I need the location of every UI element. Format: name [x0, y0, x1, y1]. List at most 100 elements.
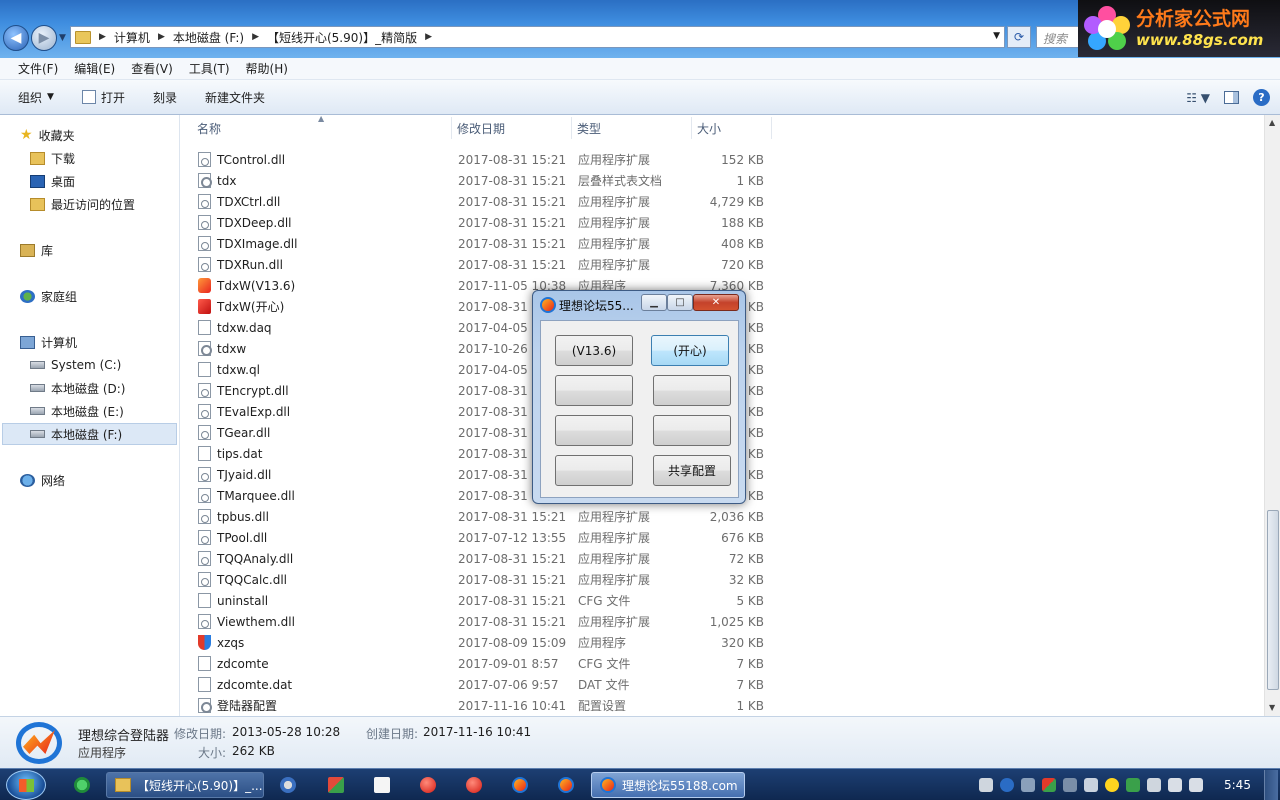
nav-drive-f[interactable]: 本地磁盘 (F:) [2, 423, 177, 445]
back-button[interactable]: ◀ [3, 25, 29, 51]
taskbar: 【短线开心(5.90)】_... 理想论坛55188.com 5:45 [0, 768, 1280, 800]
nav-downloads[interactable]: 下载 [30, 147, 75, 169]
volume-icon[interactable] [1084, 778, 1098, 792]
tray-icon[interactable] [1021, 778, 1035, 792]
nav-recent-places[interactable]: 最近访问的位置 [30, 193, 135, 215]
file-row[interactable]: TDXCtrl.dll 2017-08-31 15:21 应用程序扩展 4,729 K… [180, 191, 770, 212]
view-options-icon[interactable]: ☷ ▼ [1186, 91, 1210, 105]
pinned-app-icon[interactable] [512, 777, 528, 793]
breadcrumb-folder[interactable]: 【短线开心(5.90)】_精简版 [267, 29, 417, 46]
speaker-icon[interactable] [1189, 778, 1203, 792]
vertical-scrollbar[interactable]: ▲ ▼ [1264, 115, 1280, 716]
pinned-app-icon[interactable] [466, 777, 482, 793]
file-name: tdxw [217, 341, 247, 356]
tray-icon[interactable] [1063, 778, 1077, 792]
share-config-button[interactable]: 共享配置 [653, 455, 731, 486]
recent-pages-dropdown-icon[interactable]: ▼ [59, 33, 66, 43]
launch-kaixin-button[interactable]: (开心) [651, 335, 729, 366]
nav-drive-e[interactable]: 本地磁盘 (E:) [30, 400, 124, 422]
file-row[interactable]: 登陆器配置 2017-11-16 10:41 配置设置 1 KB [180, 695, 770, 716]
taskbar-explorer-window[interactable]: 【短线开心(5.90)】_... [106, 772, 264, 798]
taskbar-dialog-window[interactable]: 理想论坛55188.com [591, 772, 745, 798]
scroll-down-icon[interactable]: ▼ [1269, 703, 1275, 712]
close-button[interactable]: ✕ [693, 294, 739, 311]
chevron-right-icon[interactable]: ▶ [158, 32, 165, 42]
file-row[interactable]: uninstall 2017-08-31 15:21 CFG 文件 5 KB [180, 590, 770, 611]
file-row[interactable]: tpbus.dll 2017-08-31 15:21 应用程序扩展 2,036 KB [180, 506, 770, 527]
chevron-right-icon[interactable]: ▶ [99, 32, 106, 42]
pinned-app-icon[interactable] [420, 777, 436, 793]
pinned-app-icon[interactable] [74, 777, 90, 793]
file-row[interactable]: tdx 2017-08-31 15:21 层叠样式表文档 1 KB [180, 170, 770, 191]
scrollbar-thumb[interactable] [1267, 510, 1279, 690]
column-header-type[interactable]: 类型 [572, 117, 692, 139]
file-row[interactable]: TPool.dll 2017-07-12 13:55 应用程序扩展 676 KB [180, 527, 770, 548]
menu-tools[interactable]: 工具(T) [181, 60, 238, 77]
preview-pane-icon[interactable] [1224, 91, 1239, 104]
nav-network[interactable]: 网络 [20, 469, 65, 491]
file-row[interactable]: xzqs 2017-08-09 15:09 应用程序 320 KB [180, 632, 770, 653]
file-row[interactable]: Viewthem.dll 2017-08-31 15:21 应用程序扩展 1,025 … [180, 611, 770, 632]
help-icon[interactable]: ? [1253, 89, 1270, 106]
menu-view[interactable]: 查看(V) [123, 60, 181, 77]
file-row[interactable]: TQQCalc.dll 2017-08-31 15:21 应用程序扩展 32 KB [180, 569, 770, 590]
chevron-right-icon[interactable]: ▶ [425, 32, 432, 42]
pinned-app-icon[interactable] [328, 777, 344, 793]
show-desktop-button[interactable] [1264, 770, 1278, 800]
menu-file[interactable]: 文件(F) [10, 60, 66, 77]
menu-edit[interactable]: 编辑(E) [66, 60, 123, 77]
minimize-button[interactable]: ▁ [641, 294, 667, 311]
pinned-app-icon[interactable] [374, 777, 390, 793]
launcher-button-6[interactable] [653, 415, 731, 446]
start-button[interactable] [6, 770, 46, 800]
breadcrumb-computer[interactable]: 计算机 [114, 29, 150, 46]
column-header-date[interactable]: 修改日期 [452, 117, 572, 139]
add-icon[interactable] [1105, 778, 1119, 792]
security-shield-icon[interactable] [1126, 778, 1140, 792]
organize-button[interactable]: 组织 ▼ [8, 89, 64, 106]
nav-drive-c[interactable]: System (C:) [30, 354, 121, 376]
nav-homegroup[interactable]: 家庭组 [20, 285, 77, 307]
file-row[interactable]: TDXRun.dll 2017-08-31 15:21 应用程序扩展 720 KB [180, 254, 770, 275]
file-row[interactable]: zdcomte.dat 2017-07-06 9:57 DAT 文件 7 KB [180, 674, 770, 695]
nav-computer[interactable]: 计算机 [20, 331, 77, 353]
breadcrumb-drive-f[interactable]: 本地磁盘 (F:) [173, 29, 244, 46]
nav-drive-d[interactable]: 本地磁盘 (D:) [30, 377, 125, 399]
file-row[interactable]: TQQAnaly.dll 2017-08-31 15:21 应用程序扩展 72 KB [180, 548, 770, 569]
file-row[interactable]: TDXImage.dll 2017-08-31 15:21 应用程序扩展 408 KB [180, 233, 770, 254]
help-tray-icon[interactable] [1000, 778, 1014, 792]
launcher-button-7[interactable] [555, 455, 633, 486]
launch-v13-button[interactable]: (V13.6) [555, 335, 633, 366]
refresh-button[interactable]: ⟳ [1007, 26, 1031, 48]
forward-button[interactable]: ▶ [31, 25, 57, 51]
tray-icon[interactable] [1042, 778, 1056, 792]
new-folder-button[interactable]: 新建文件夹 [195, 89, 275, 106]
search-input[interactable]: 搜索 [1036, 26, 1081, 48]
nav-favorites[interactable]: ★ 收藏夹 [20, 124, 75, 146]
open-button[interactable]: 打开 [72, 89, 135, 106]
burn-button[interactable]: 刻录 [143, 89, 187, 106]
launcher-button-5[interactable] [555, 415, 633, 446]
file-name-cell: TEvalExp.dll [198, 404, 290, 419]
clock[interactable]: 5:45 [1224, 778, 1251, 792]
nav-libraries[interactable]: 库 [20, 239, 53, 261]
address-box[interactable]: ▶ 计算机 ▶ 本地磁盘 (F:) ▶ 【短线开心(5.90)】_精简版 ▶ ▼ [70, 26, 1005, 48]
menu-help[interactable]: 帮助(H) [238, 60, 296, 77]
launcher-button-3[interactable] [555, 375, 633, 406]
pinned-app-icon[interactable] [558, 777, 574, 793]
launcher-button-4[interactable] [653, 375, 731, 406]
chevron-right-icon[interactable]: ▶ [252, 32, 259, 42]
file-row[interactable]: zdcomte 2017-09-01 8:57 CFG 文件 7 KB [180, 653, 770, 674]
network-signal-icon[interactable] [1168, 778, 1182, 792]
column-header-size[interactable]: 大小 [692, 117, 772, 139]
keyboard-icon[interactable] [979, 778, 993, 792]
maximize-button[interactable]: □ [667, 294, 693, 311]
file-row[interactable]: TDXDeep.dll 2017-08-31 15:21 应用程序扩展 188 KB [180, 212, 770, 233]
file-row[interactable]: TControl.dll 2017-08-31 15:21 应用程序扩展 152 KB [180, 149, 770, 170]
pinned-app-icon[interactable] [280, 777, 296, 793]
nav-desktop[interactable]: 桌面 [30, 170, 75, 192]
scroll-up-icon[interactable]: ▲ [1269, 118, 1275, 127]
exe2-file-icon [198, 299, 211, 314]
address-dropdown-icon[interactable]: ▼ [993, 31, 1000, 41]
tray-icon[interactable] [1147, 778, 1161, 792]
